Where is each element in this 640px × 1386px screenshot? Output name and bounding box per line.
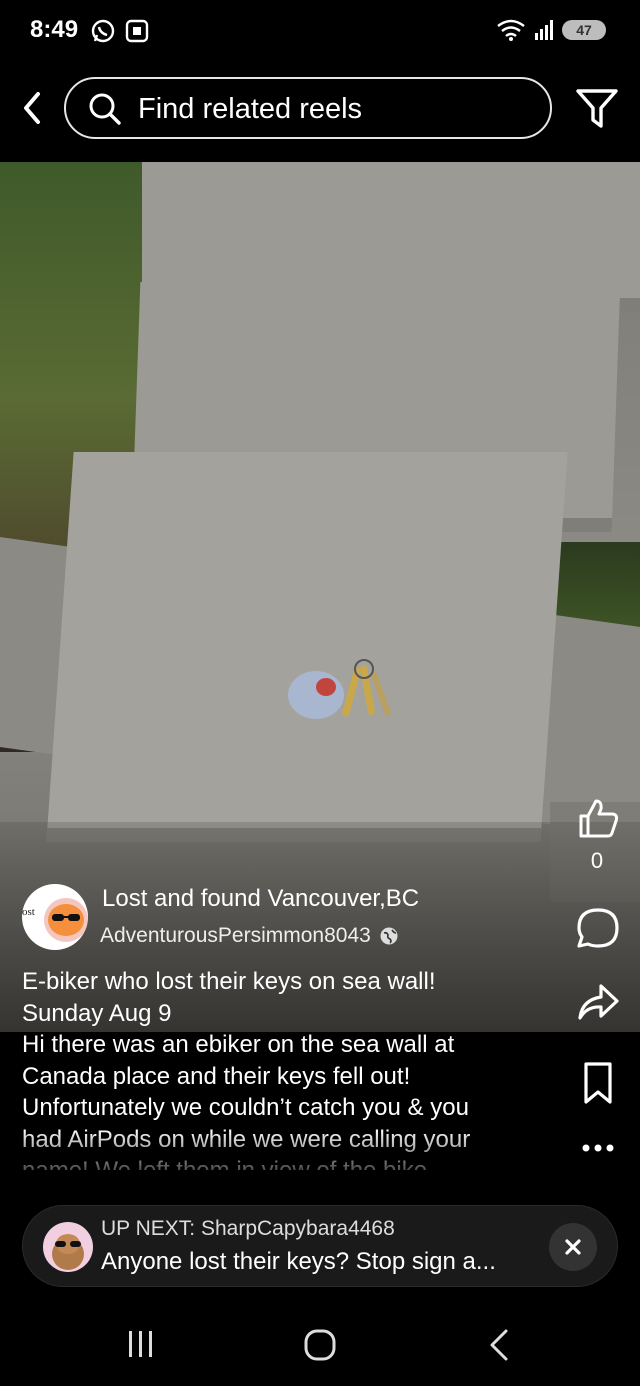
more-button[interactable] <box>574 1138 622 1158</box>
top-bar: Find related reels <box>0 62 640 162</box>
caption-line: E-biker who lost their keys on sea wall! <box>22 968 436 995</box>
search-input[interactable]: Find related reels <box>64 77 552 139</box>
close-icon <box>565 1239 581 1255</box>
search-placeholder: Find related reels <box>138 93 363 125</box>
more-icon <box>582 1144 614 1152</box>
signal-icon <box>535 20 553 40</box>
like-count: 0 <box>590 848 604 873</box>
caption-line: Unfortunately we couldn’t catch you & yo… <box>22 1094 469 1121</box>
caption-line: Canada place and their keys fell out! <box>22 1062 411 1090</box>
filter-icon[interactable] <box>574 86 620 130</box>
username-row[interactable]: AdventurousPersimmon8043 <box>100 924 399 948</box>
bookmark-button[interactable] <box>574 1060 622 1106</box>
caption-line: name! We left them in view of the bike <box>22 1155 542 1170</box>
bookmark-icon <box>584 1062 612 1104</box>
up-next-card[interactable]: UP NEXT: SharpCapybara4468 Anyone lost t… <box>22 1205 618 1287</box>
up-next-avatar <box>43 1222 93 1272</box>
battery-icon: 47 <box>562 20 606 40</box>
sunglasses-icon <box>48 904 84 936</box>
home-icon[interactable] <box>303 1328 337 1362</box>
status-time: 8:49 <box>30 16 79 43</box>
post-caption[interactable]: E-biker who lost their keys on sea wall!… <box>22 966 542 1170</box>
keys-image <box>288 659 391 719</box>
wifi-icon <box>497 19 525 41</box>
comment-icon <box>577 908 619 948</box>
avatar-face <box>44 898 88 942</box>
comment-button[interactable] <box>574 906 622 950</box>
share-button[interactable] <box>574 980 622 1024</box>
group-avatar[interactable]: ost <box>22 884 88 950</box>
caption-line: Hi there was an ebiker on the sea wall a… <box>22 1031 455 1058</box>
video-step-bottom <box>46 452 568 842</box>
status-bar: 8:49 47 <box>0 0 640 62</box>
back-icon[interactable] <box>486 1328 512 1362</box>
like-icon <box>579 799 619 838</box>
globe-icon <box>380 927 398 945</box>
recents-icon[interactable] <box>126 1328 156 1360</box>
up-next-label: UP NEXT: SharpCapybara4468 <box>101 1217 395 1240</box>
back-arrow-icon[interactable] <box>18 88 48 128</box>
caption-line: Sunday Aug 9 <box>22 999 172 1027</box>
like-button[interactable] <box>574 796 622 840</box>
close-up-next-button[interactable] <box>549 1223 597 1271</box>
whatsapp-icon <box>91 19 115 43</box>
search-icon <box>89 93 121 125</box>
share-icon <box>578 984 619 1020</box>
caption-line: had AirPods on while we were calling you… <box>22 1125 471 1153</box>
up-next-title: Anyone lost their keys? Stop sign a... <box>101 1248 496 1275</box>
group-name[interactable]: Lost and found Vancouver,BC <box>102 885 419 913</box>
screenshot-icon <box>125 19 149 43</box>
system-nav-bar <box>0 1300 640 1386</box>
avatar-text: ost <box>22 906 35 918</box>
username[interactable]: AdventurousPersimmon8043 <box>100 924 371 948</box>
capybara-icon <box>52 1234 84 1270</box>
